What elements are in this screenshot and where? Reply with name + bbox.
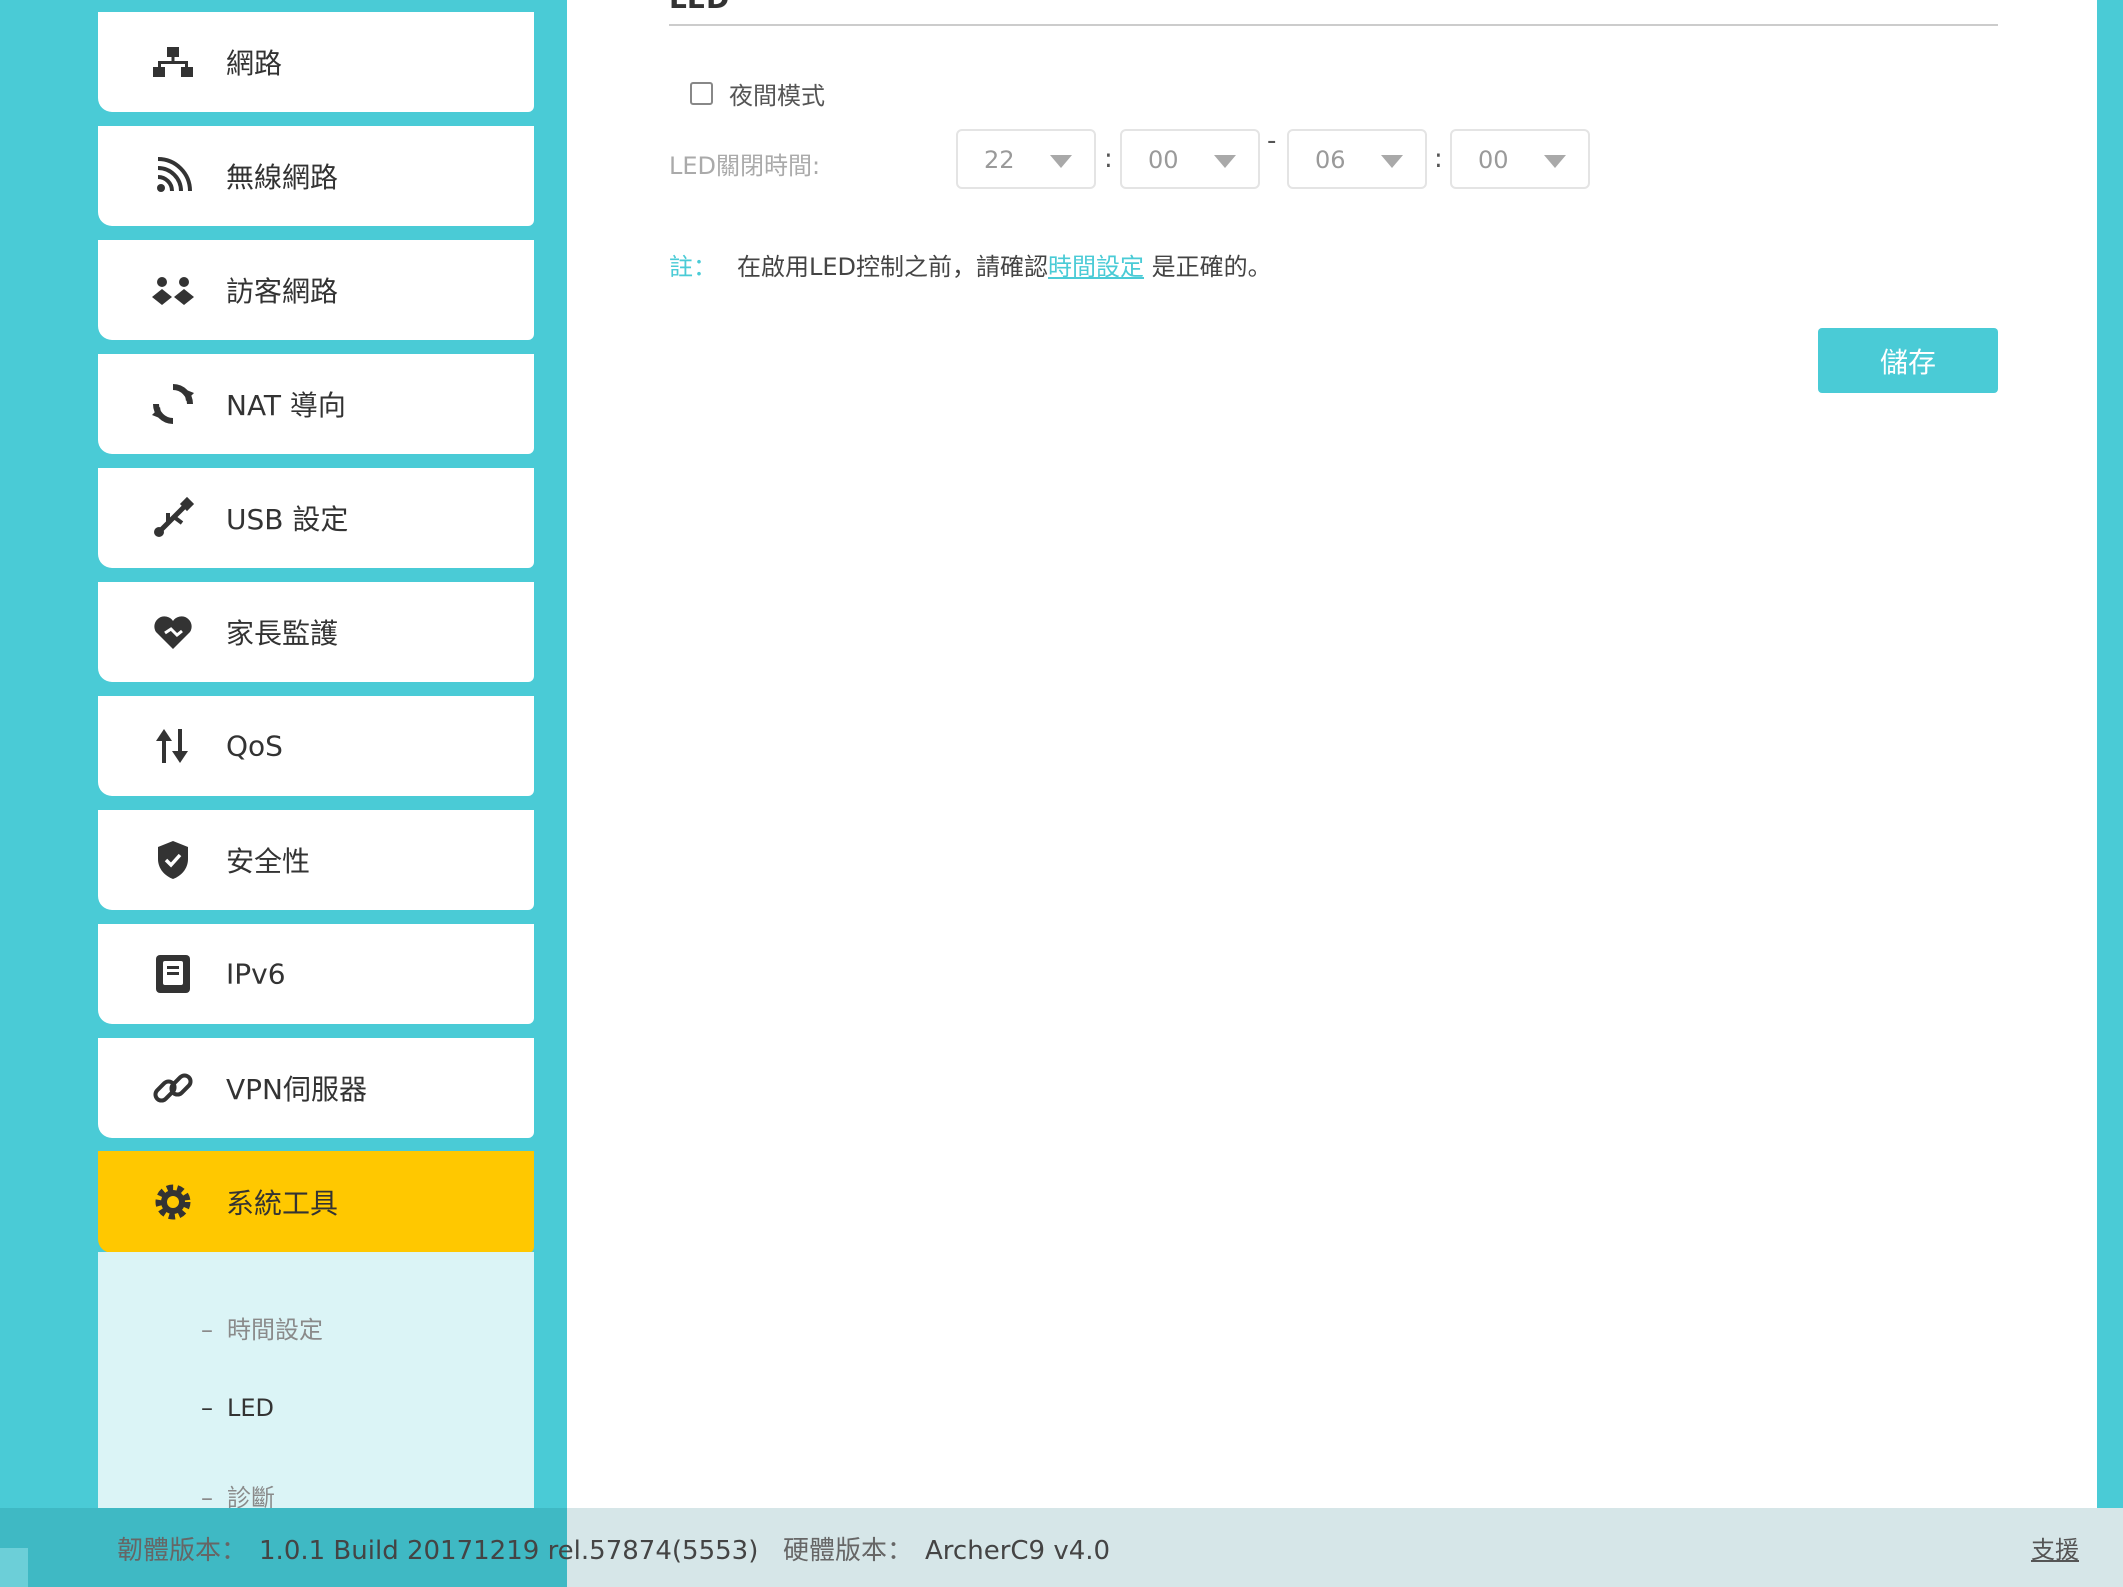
- support-link[interactable]: 支援: [2031, 1530, 2079, 1565]
- submenu-item-time-settings[interactable]: – 時間設定: [201, 1310, 323, 1345]
- sidebar-item-usb[interactable]: USB 設定: [98, 468, 534, 568]
- sidebar-item-system-tools[interactable]: 系統工具: [98, 1151, 534, 1253]
- parental-control-icon: [150, 609, 196, 655]
- note-prefix: 註：: [669, 253, 717, 281]
- chevron-down-icon: [1214, 155, 1236, 168]
- time-colon: :: [1104, 144, 1113, 174]
- sidebar-item-label: 無線網路: [226, 161, 339, 194]
- scrollbar-track[interactable]: [2097, 0, 2123, 1508]
- night-mode-checkbox[interactable]: [690, 82, 713, 105]
- chevron-down-icon: [1050, 155, 1072, 168]
- wireless-icon: [150, 153, 196, 199]
- chevron-down-icon: [1381, 155, 1403, 168]
- start-minute-select[interactable]: 00: [1120, 129, 1260, 189]
- sidebar-item-ipv6[interactable]: IPv6: [98, 924, 534, 1024]
- shield-icon: [150, 837, 196, 883]
- sidebar-item-wireless[interactable]: 無線網路: [98, 126, 534, 226]
- sidebar-item-guest-network[interactable]: 訪客網路: [98, 240, 534, 340]
- sidebar-item-label: USB 設定: [226, 503, 349, 536]
- time-settings-link[interactable]: 時間設定: [1048, 253, 1144, 281]
- note-text: 註： 在啟用LED控制之前，請確認時間設定 是正確的。: [669, 253, 1272, 281]
- sidebar-item-qos[interactable]: QoS: [98, 696, 534, 796]
- night-mode-row: 夜間模式: [690, 76, 825, 111]
- led-off-time-label: LED關閉時間:: [669, 152, 821, 180]
- vpn-link-icon: [150, 1065, 196, 1111]
- sidebar-item-vpn-server[interactable]: VPN伺服器: [98, 1038, 534, 1138]
- sidebar-item-nat-forwarding[interactable]: NAT 導向: [98, 354, 534, 454]
- end-minute-select[interactable]: 00: [1450, 129, 1590, 189]
- end-hour-select[interactable]: 06: [1287, 129, 1427, 189]
- footer-corner-block: [0, 1548, 28, 1587]
- sidebar-item-label: 網路: [226, 47, 283, 80]
- sidebar-item-label: 系統工具: [226, 1187, 339, 1220]
- sidebar-item-label: QoS: [226, 729, 283, 763]
- usb-icon: [150, 495, 196, 541]
- sidebar-item-security[interactable]: 安全性: [98, 810, 534, 910]
- sidebar-item-label: 家長監護: [226, 617, 339, 650]
- network-icon: [150, 39, 196, 85]
- hardware-version: 硬體版本： ArcherC9 v4.0: [783, 1536, 1111, 1566]
- system-tools-submenu: – 時間設定 – LED – 診斷: [98, 1252, 534, 1512]
- ipv6-icon: [150, 951, 196, 997]
- submenu-item-led[interactable]: – LED: [201, 1394, 274, 1422]
- qos-icon: [150, 723, 196, 769]
- sidebar-item-network[interactable]: 網路: [98, 12, 534, 112]
- sidebar-item-label: NAT 導向: [226, 389, 346, 422]
- sidebar-item-label: 安全性: [226, 845, 311, 878]
- section-divider: [669, 24, 1998, 26]
- start-hour-select[interactable]: 22: [956, 129, 1096, 189]
- main-panel: LED 夜間模式 LED關閉時間: 22 : 00 - 06 : 00 註：在啟…: [567, 0, 2097, 1508]
- firmware-version: 韌體版本： 1.0.1 Build 20171219 rel.57874(5553…: [117, 1536, 759, 1566]
- sidebar: 網路 無線網路 訪客網路 NAT 導向 USB 設定 家長監護 QoS 安全性 …: [0, 0, 567, 1587]
- gear-icon: [150, 1179, 196, 1225]
- time-colon: :: [1434, 144, 1443, 174]
- sidebar-item-label: IPv6: [226, 957, 286, 991]
- section-title: LED: [669, 0, 729, 15]
- sidebar-item-parental-controls[interactable]: 家長監護: [98, 582, 534, 682]
- guest-network-icon: [150, 267, 196, 313]
- sidebar-item-label: VPN伺服器: [226, 1073, 367, 1106]
- save-button[interactable]: 儲存: [1818, 328, 1998, 393]
- nat-forwarding-icon: [150, 381, 196, 427]
- chevron-down-icon: [1544, 155, 1566, 168]
- footer: 韌體版本： 1.0.1 Build 20171219 rel.57874(5553…: [0, 1508, 2123, 1587]
- night-mode-label: 夜間模式: [729, 82, 825, 110]
- sidebar-item-label: 訪客網路: [226, 275, 339, 308]
- range-separator: -: [1267, 126, 1277, 156]
